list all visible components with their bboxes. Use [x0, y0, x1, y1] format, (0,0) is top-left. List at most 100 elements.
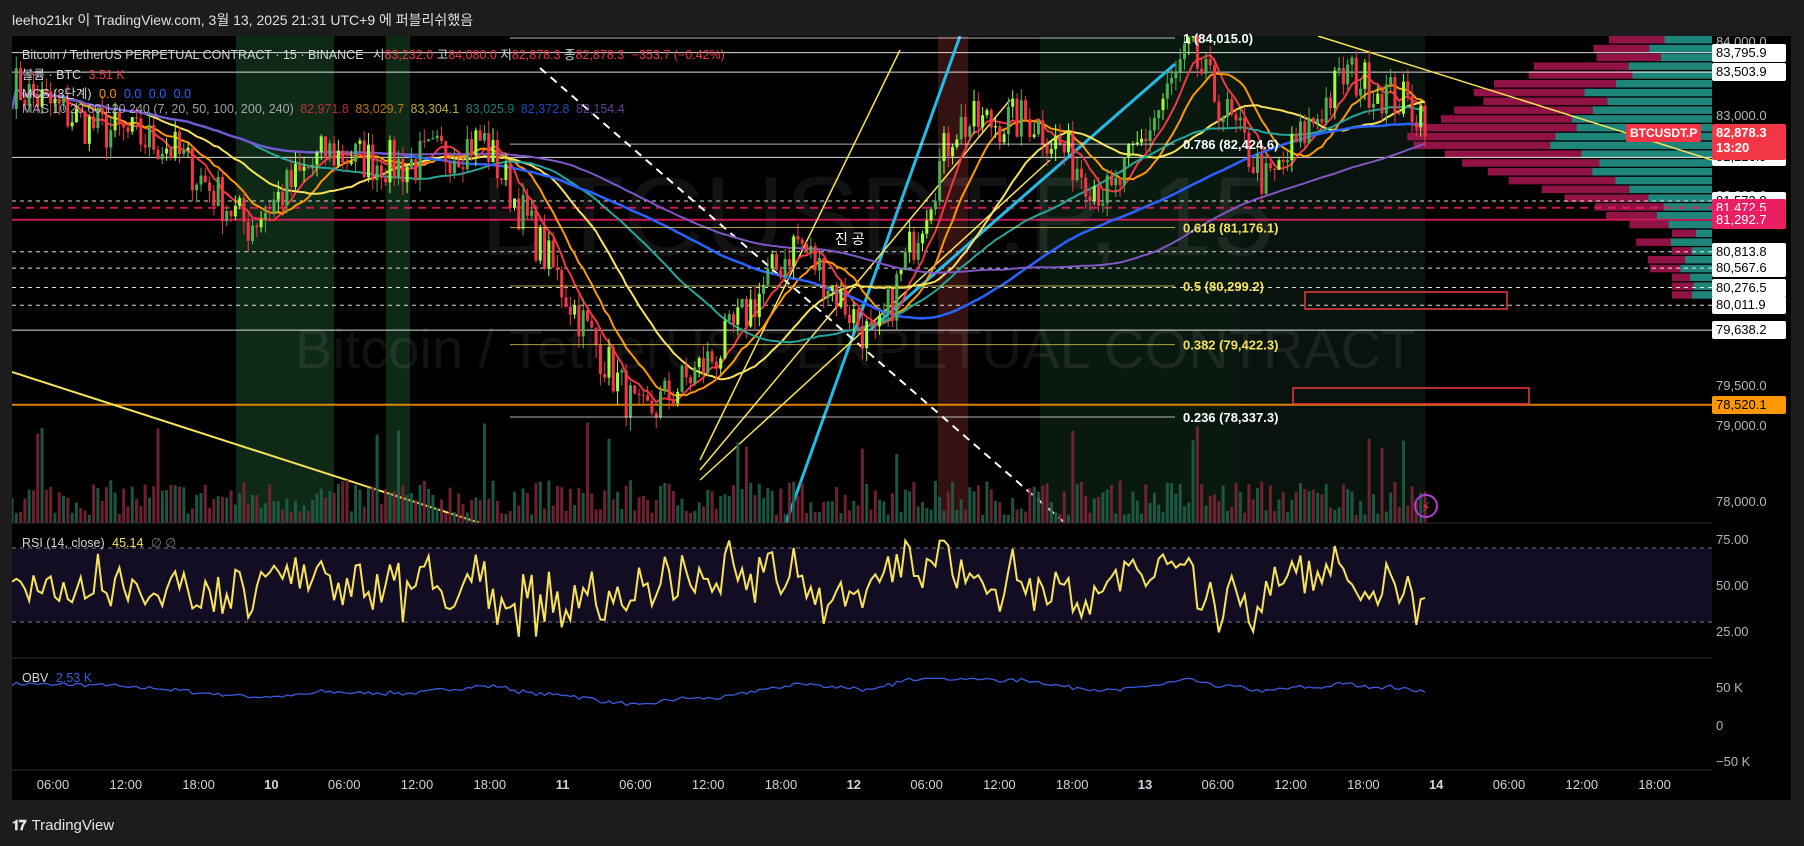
candle-body	[1054, 135, 1058, 149]
mcs-legend[interactable]: MCS (3단계) 0.0 0.0 0.0 0.0	[22, 83, 191, 102]
volume-bar	[302, 505, 306, 523]
volume-bar	[1341, 484, 1345, 523]
volume-bar	[289, 511, 293, 523]
candle-body	[1363, 62, 1367, 89]
volume-bar	[809, 502, 813, 523]
candle-body	[972, 100, 976, 127]
volume-bar	[1260, 481, 1264, 523]
volume-bar	[199, 493, 203, 523]
candle-body	[452, 160, 456, 174]
volume-bar	[143, 484, 147, 523]
volume-bar	[1397, 506, 1401, 523]
volume-bar	[933, 481, 937, 523]
volume-bar	[100, 500, 104, 523]
time-axis[interactable]: 06:00 12:00 18:00 10 06:00 12:00 18:00 11 06:00 1…	[37, 777, 1671, 792]
candle-body	[560, 270, 564, 298]
rsi-legend[interactable]: RSI (14, close) 45.14 ∅ ∅	[22, 535, 176, 550]
candle-body	[251, 225, 255, 241]
time-tick-label: 18:00	[182, 777, 215, 792]
price-level-box: 80,276.5	[1712, 278, 1786, 297]
volume-bar	[1393, 481, 1397, 523]
price-level-box: 80,567.6	[1712, 259, 1786, 278]
candle-body	[590, 320, 594, 328]
vp-bar-sell	[1608, 36, 1665, 44]
price-level-box: 79,638.2	[1712, 321, 1786, 340]
volume-bar	[470, 499, 474, 523]
volume-bar	[878, 499, 882, 523]
vp-bar-sell	[1444, 150, 1582, 158]
candle-body	[293, 164, 297, 188]
candle-body	[555, 267, 559, 271]
volume-bar	[1359, 500, 1363, 523]
candle-body	[847, 314, 851, 324]
volume-bar	[495, 500, 499, 523]
candle-body	[87, 116, 91, 144]
candle-body	[903, 251, 907, 270]
candle-body	[573, 305, 577, 315]
vp-bar-buy	[1691, 291, 1712, 299]
candle-body	[139, 118, 143, 145]
volume-bar	[1410, 486, 1414, 523]
current-price-tag: 82,878.3 13:20	[1712, 124, 1786, 160]
candle-body	[1303, 121, 1307, 144]
vp-bar-buy	[1668, 220, 1712, 229]
candle-body	[1341, 68, 1345, 85]
candle-body	[912, 231, 916, 260]
volume-bar	[1131, 491, 1135, 523]
volume-bar	[1264, 510, 1268, 523]
symbol-legend[interactable]: Bitcoin / TetherUS PERPETUAL CONTRACT · …	[22, 44, 725, 63]
candle-body	[719, 358, 723, 369]
volume-bar	[667, 483, 671, 523]
candle-body	[1062, 144, 1066, 153]
volume-bar	[594, 509, 598, 523]
volume-bar	[912, 482, 916, 523]
candle-body	[1311, 117, 1315, 124]
volume-bar	[650, 512, 654, 523]
volume-bar	[285, 498, 289, 523]
rsi-pane[interactable]	[12, 537, 1712, 637]
volume-bar	[1144, 484, 1148, 523]
volume-bar	[448, 487, 452, 523]
vp-bar-sell	[1487, 168, 1593, 176]
volume-bar	[1281, 492, 1285, 523]
volume-bar	[873, 490, 877, 523]
candle-body	[435, 135, 439, 139]
fib-label: 0.5 (80,299.2)	[1183, 279, 1264, 294]
volume-bar	[1019, 508, 1023, 523]
price-level-box: 81,292.7	[1712, 210, 1786, 229]
chart-canvas[interactable]: BTCUSDT.P, 15 Bitcoin / TetherUS PERPETU…	[0, 0, 1804, 846]
volume-bar	[972, 491, 976, 523]
obv-legend[interactable]: OBV 2.53 K	[22, 671, 92, 685]
volume-bar	[233, 504, 237, 523]
volume-bar	[1221, 485, 1225, 523]
volume-bar	[963, 509, 967, 523]
obv-line	[12, 677, 1426, 707]
candle-body	[190, 147, 194, 191]
candle-body	[1419, 105, 1423, 128]
volume-bar	[152, 486, 156, 523]
vp-bar-sell	[1461, 159, 1600, 167]
candle-body	[448, 162, 452, 174]
candle-body	[1238, 117, 1242, 121]
volume-bar	[1122, 514, 1126, 523]
volume-bar	[959, 499, 963, 523]
volume-value: 3.51 K	[88, 68, 125, 82]
candle-body	[774, 254, 778, 270]
candle-body	[1423, 105, 1427, 137]
vp-bar-sell	[1672, 247, 1692, 255]
volume-legend[interactable]: 볼륨 · BTC 3.51 K	[22, 64, 125, 83]
volume-bar	[104, 487, 108, 523]
tradingview-logo[interactable]: 𝟏𝟕 TradingView	[12, 817, 114, 834]
obv-pane[interactable]	[12, 677, 1426, 707]
rsi-band	[12, 548, 1712, 622]
candle-body	[332, 143, 336, 166]
candle-body	[942, 133, 946, 162]
candle-body	[216, 176, 220, 206]
time-tick-label: 11	[556, 777, 570, 792]
mas-legend[interactable]: MAS 10 20 60 120 240 (7, 20, 50, 100, 20…	[22, 102, 625, 116]
ohlc-l-label: 저	[500, 48, 512, 62]
candle-body	[521, 194, 525, 230]
time-tick-label: 06:00	[910, 777, 943, 792]
candle-body	[779, 269, 783, 278]
volume-bar	[989, 489, 993, 523]
